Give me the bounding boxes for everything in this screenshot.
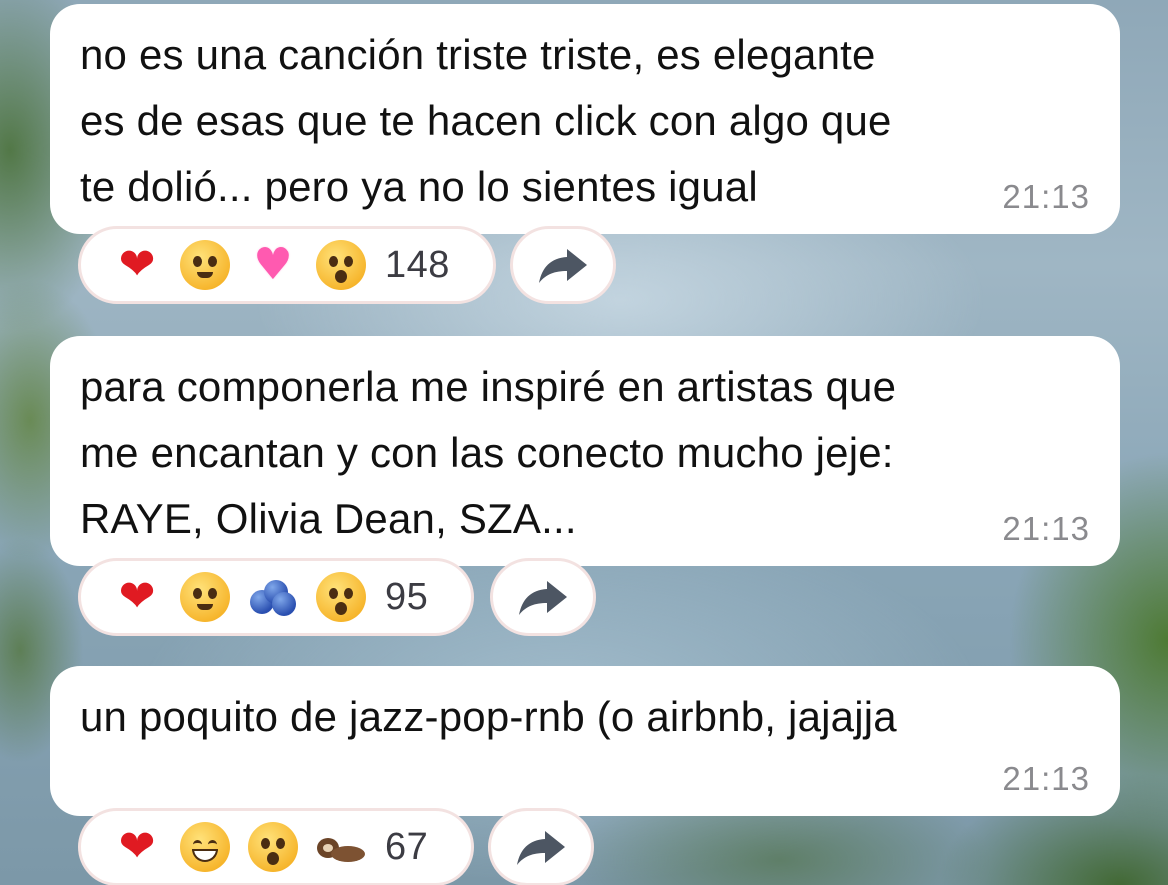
forward-arrow-icon	[517, 831, 565, 865]
pleading-face-icon[interactable]	[171, 235, 239, 295]
message-time: 21:13	[1002, 510, 1090, 547]
share-button-3[interactable]	[488, 808, 594, 885]
reaction-count: 148	[385, 243, 450, 286]
reactions-bar-2[interactable]: ❤ 95	[78, 558, 474, 636]
red-heart-icon[interactable]: ❤	[103, 235, 171, 295]
reactions-bar-1[interactable]: ❤ ♥ 148	[78, 226, 496, 304]
forward-arrow-icon	[539, 249, 587, 283]
blueberries-icon[interactable]	[239, 567, 307, 627]
message-bubble-2[interactable]: para componerla me inspiré en artistas q…	[50, 336, 1120, 566]
message-text: no es una canción triste triste, es eleg…	[80, 31, 892, 210]
reactions-bar-3[interactable]: ❤ 67	[78, 808, 474, 885]
sparkling-heart-icon[interactable]: ♥	[239, 235, 307, 295]
share-button-1[interactable]	[510, 226, 616, 304]
message-bubble-3[interactable]: un poquito de jazz-pop-rnb (o airbnb, ja…	[50, 666, 1120, 816]
share-button-2[interactable]	[490, 558, 596, 636]
forward-arrow-icon	[519, 581, 567, 615]
astonished-face-icon[interactable]	[307, 235, 375, 295]
message-time: 21:13	[1002, 760, 1090, 797]
pleading-face-icon[interactable]	[171, 567, 239, 627]
message-bubble-1[interactable]: no es una canción triste triste, es eleg…	[50, 4, 1120, 234]
red-heart-icon[interactable]: ❤	[103, 567, 171, 627]
red-heart-icon[interactable]: ❤	[103, 817, 171, 877]
message-time: 21:13	[1002, 178, 1090, 215]
reaction-count: 95	[385, 575, 429, 618]
otter-icon[interactable]	[307, 817, 375, 877]
message-text: un poquito de jazz-pop-rnb (o airbnb, ja…	[80, 693, 897, 740]
astonished-face-icon[interactable]	[307, 567, 375, 627]
tears-of-joy-face-icon[interactable]	[171, 817, 239, 877]
message-text: para componerla me inspiré en artistas q…	[80, 363, 897, 542]
reaction-count: 67	[385, 825, 429, 868]
astonished-face-icon[interactable]	[239, 817, 307, 877]
